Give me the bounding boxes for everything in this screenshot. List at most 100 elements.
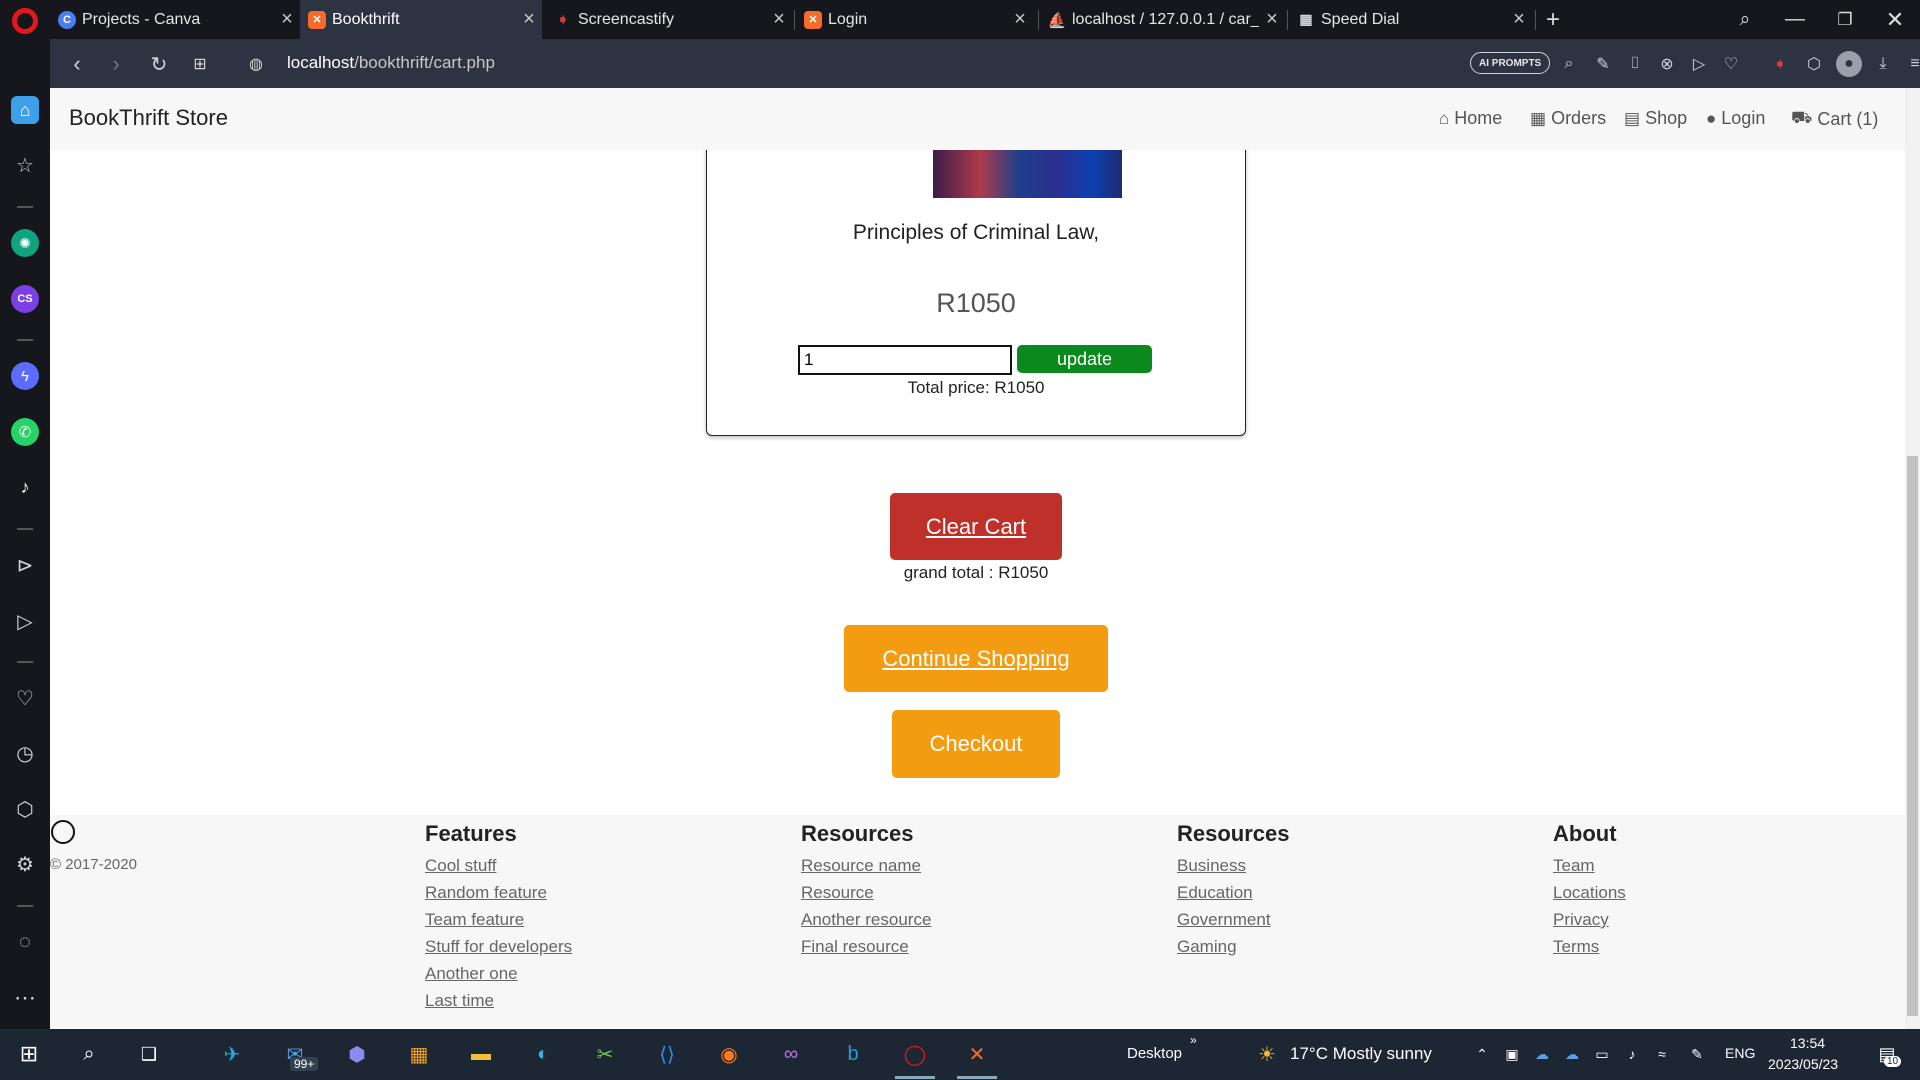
volume-icon[interactable]: ♪ bbox=[1615, 1037, 1649, 1071]
chatgpt-icon[interactable]: ✺ bbox=[11, 229, 39, 257]
task-view-icon[interactable]: ❑ bbox=[132, 1037, 166, 1071]
copilot-icon[interactable]: ⬢ bbox=[340, 1037, 374, 1071]
adblock-icon[interactable]: ⊗ bbox=[1656, 53, 1678, 75]
forward-icon[interactable]: › bbox=[101, 49, 131, 79]
nav-shop-link[interactable]: ▤ Shop bbox=[1624, 108, 1687, 129]
footer-link[interactable]: Last time bbox=[425, 987, 572, 1014]
tab-login[interactable]: ✕ Login × bbox=[796, 0, 1033, 39]
player-icon[interactable]: ⊳ bbox=[11, 551, 39, 579]
home-icon[interactable]: ⌂ bbox=[11, 96, 39, 124]
desktop-toolbar-label[interactable]: Desktop bbox=[1127, 1045, 1182, 1062]
search-icon[interactable]: ⌕ bbox=[1558, 53, 1580, 75]
screencastify-extension-icon[interactable]: ➧ bbox=[1769, 53, 1791, 75]
bing-icon[interactable]: b bbox=[836, 1037, 870, 1071]
close-icon[interactable]: × bbox=[274, 8, 300, 31]
footer-link[interactable]: Locations bbox=[1553, 879, 1626, 906]
download-icon[interactable]: ⤓ bbox=[1872, 53, 1894, 75]
camera-icon[interactable]: ⌷ bbox=[1624, 53, 1646, 75]
footer-link[interactable]: Another one bbox=[425, 960, 572, 987]
send-icon[interactable]: ▷ bbox=[1688, 53, 1710, 75]
footer-link[interactable]: Random feature bbox=[425, 879, 572, 906]
new-tab-plus-icon[interactable]: + bbox=[1528, 0, 1578, 39]
profile-avatar-icon[interactable]: ● bbox=[1836, 51, 1862, 77]
restore-icon[interactable]: ❐ bbox=[1820, 0, 1870, 39]
heart-icon[interactable]: ♡ bbox=[1720, 53, 1742, 75]
checkout-button[interactable]: Checkout bbox=[892, 710, 1060, 778]
battery-icon[interactable]: ▭ bbox=[1585, 1037, 1619, 1071]
scrollbar-thumb[interactable] bbox=[1907, 456, 1918, 1016]
footer-link[interactable]: Business bbox=[1177, 852, 1290, 879]
meet-icon[interactable]: ▣ bbox=[1495, 1037, 1529, 1071]
footer-link[interactable]: Cool stuff bbox=[425, 852, 572, 879]
tab-projects-canva[interactable]: C Projects - Canva × bbox=[50, 0, 300, 39]
windows-start-icon[interactable]: ⊞ bbox=[12, 1037, 46, 1071]
close-icon[interactable]: × bbox=[516, 8, 542, 31]
footer-link[interactable]: Education bbox=[1177, 879, 1290, 906]
footer-link[interactable]: Team bbox=[1553, 852, 1626, 879]
settings-gear-icon[interactable]: ⚙ bbox=[11, 850, 39, 878]
onedrive-icon[interactable]: ☁ bbox=[1525, 1037, 1559, 1071]
flow-send-icon[interactable]: ▷ bbox=[11, 607, 39, 635]
continue-shopping-button[interactable]: Continue Shopping bbox=[844, 625, 1108, 692]
tips-lightbulb-icon[interactable]: ◌ bbox=[11, 928, 39, 956]
xampp-taskbar-icon[interactable]: ✕ bbox=[960, 1037, 994, 1071]
extensions-cube-icon[interactable]: ⬡ bbox=[1803, 53, 1825, 75]
clock-date[interactable]: 2023/05/23 bbox=[1768, 1056, 1838, 1072]
clear-cart-button[interactable]: Clear Cart bbox=[890, 493, 1062, 560]
chatsonic-icon[interactable]: CS bbox=[11, 285, 39, 313]
nav-home-link[interactable]: ⌂ Home bbox=[1439, 108, 1502, 129]
tab-grid-icon[interactable]: ⊞ bbox=[185, 49, 215, 79]
search-tabs-icon[interactable]: ⌕ bbox=[1720, 0, 1770, 39]
update-button[interactable]: update bbox=[1017, 345, 1152, 373]
microsoft-store-icon[interactable]: ▦ bbox=[402, 1037, 436, 1071]
tab-screencastify[interactable]: ➧ Screencastify × bbox=[546, 0, 792, 39]
footer-link[interactable]: Gaming bbox=[1177, 933, 1290, 960]
footer-link[interactable]: Privacy bbox=[1553, 906, 1626, 933]
close-icon[interactable]: × bbox=[766, 8, 792, 31]
footer-link[interactable]: Terms bbox=[1553, 933, 1626, 960]
pinboard-star-icon[interactable]: ☆ bbox=[11, 151, 39, 179]
close-icon[interactable]: × bbox=[1007, 8, 1033, 31]
easy-setup-icon[interactable]: ≡ bbox=[1904, 53, 1920, 75]
wifi-icon[interactable]: ≈ bbox=[1645, 1037, 1679, 1071]
footer-link[interactable]: Team feature bbox=[425, 906, 572, 933]
back-icon[interactable]: ‹ bbox=[62, 49, 92, 79]
nav-orders-link[interactable]: ▦ Orders bbox=[1530, 108, 1606, 129]
footer-link[interactable]: Stuff for developers bbox=[425, 933, 572, 960]
search-icon[interactable]: ⌕ bbox=[72, 1037, 106, 1071]
heart-icon[interactable]: ♡ bbox=[11, 684, 39, 712]
opera-logo-icon[interactable] bbox=[12, 8, 38, 34]
footer-link[interactable]: Resource bbox=[801, 879, 931, 906]
clock-time[interactable]: 13:54 bbox=[1790, 1035, 1825, 1051]
weather-sun-icon[interactable]: ☀ bbox=[1250, 1037, 1284, 1071]
minimize-icon[interactable]: — bbox=[1770, 0, 1820, 39]
footer-link[interactable]: Final resource bbox=[801, 933, 931, 960]
nav-login-link[interactable]: ● Login bbox=[1706, 108, 1765, 129]
tiktok-icon[interactable]: ♪ bbox=[11, 473, 39, 501]
firefox-icon[interactable]: ◉ bbox=[712, 1037, 746, 1071]
glasses-app-icon[interactable]: ∞ bbox=[774, 1037, 808, 1071]
tab-phpmyadmin[interactable]: ⛵ localhost / 127.0.0.1 / car_w × bbox=[1040, 0, 1285, 39]
opera-taskbar-icon[interactable]: ◯ bbox=[898, 1037, 932, 1071]
footer-link[interactable]: Another resource bbox=[801, 906, 931, 933]
url-field[interactable]: localhost/bookthrift/cart.php bbox=[287, 53, 495, 73]
history-clock-icon[interactable]: ◷ bbox=[11, 739, 39, 767]
footer-link[interactable]: Resource name bbox=[801, 852, 931, 879]
quantity-input[interactable] bbox=[798, 345, 1012, 375]
edge-icon[interactable]: ◐ bbox=[526, 1037, 560, 1071]
reload-icon[interactable]: ↻ bbox=[144, 49, 174, 79]
language-indicator[interactable]: ENG bbox=[1725, 1045, 1755, 1061]
ai-prompts-button[interactable]: AI PROMPTS bbox=[1470, 52, 1551, 74]
footer-link[interactable]: Government bbox=[1177, 906, 1290, 933]
whatsapp-icon[interactable]: ✆ bbox=[11, 418, 39, 446]
snipping-tool-icon[interactable]: ✂ bbox=[588, 1037, 622, 1071]
chevron-double-right-icon[interactable]: » bbox=[1190, 1033, 1197, 1047]
vscode-icon[interactable]: ⟨⟩ bbox=[650, 1037, 684, 1071]
edit-icon[interactable]: ✎ bbox=[1592, 53, 1614, 75]
chevron-up-icon[interactable]: ⌃ bbox=[1465, 1037, 1499, 1071]
weather-text[interactable]: 17°C Mostly sunny bbox=[1290, 1044, 1432, 1064]
extensions-cube-icon[interactable]: ⬡ bbox=[11, 795, 39, 823]
brand-title[interactable]: BookThrift Store bbox=[69, 105, 228, 131]
pen-icon[interactable]: ✎ bbox=[1680, 1037, 1714, 1071]
close-window-icon[interactable]: ✕ bbox=[1870, 0, 1920, 39]
